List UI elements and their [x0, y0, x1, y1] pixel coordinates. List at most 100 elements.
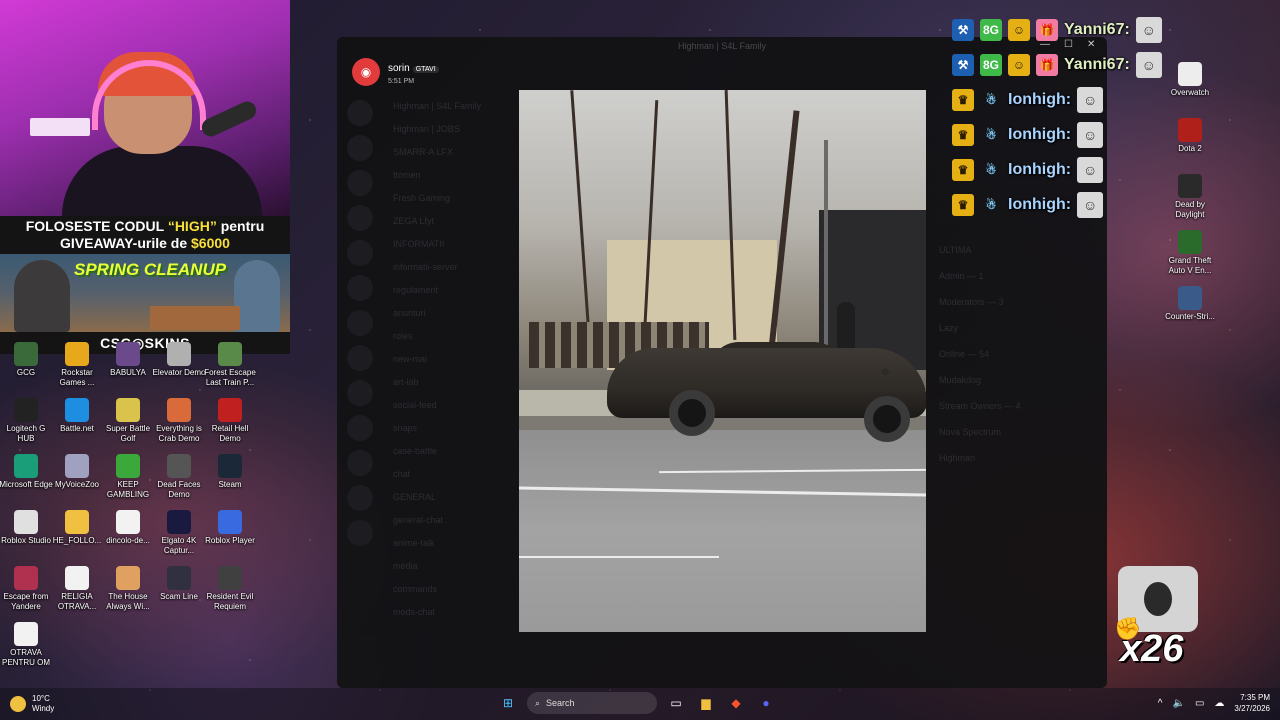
shelf [30, 118, 90, 136]
desktop-icon[interactable]: Everything is Crab Demo [152, 398, 206, 444]
channel-item[interactable]: Highman | S4L Family [383, 95, 523, 118]
desktop-icon[interactable]: Dota 2 [1163, 118, 1217, 154]
channel-item[interactable]: snaps [383, 417, 523, 440]
channel-item[interactable]: ttomen [383, 164, 523, 187]
app-icon [65, 454, 89, 478]
desktop-icon-label: Dead by Daylight [1175, 200, 1205, 219]
channel-item[interactable]: ZEGA Lfyt [383, 210, 523, 233]
desktop-icon[interactable]: KEEP GAMBLING [101, 454, 155, 500]
message-header: ◉ sorin GTAVI 5:51 PM [352, 58, 439, 86]
desktop-icon[interactable]: The House Always Wi... [101, 566, 155, 612]
member-item[interactable]: Mudakdog [939, 367, 1099, 393]
clock[interactable]: 7:35 PM 3/27/2026 [1234, 692, 1270, 714]
channel-item[interactable]: informatii-server [383, 256, 523, 279]
volume-icon[interactable]: 🔈 [1173, 698, 1185, 709]
channel-item[interactable]: Highman | JOBS [383, 118, 523, 141]
channel-item[interactable]: GENERAL [383, 486, 523, 509]
8G-badge: 8G [980, 18, 1002, 41]
channel-item[interactable]: anunturi [383, 302, 523, 325]
discord-icon[interactable]: ● [755, 692, 777, 714]
member-item[interactable]: Stream Owners — 4 [939, 393, 1099, 419]
member-item[interactable]: Admin — 1 [939, 263, 1099, 289]
desktop-icon-label: HE_FOLLO... [52, 536, 102, 545]
channel-item[interactable]: case-battle [383, 440, 523, 463]
channel-list[interactable]: Highman | S4L Family Highman | JOBS SMARR-… [383, 95, 523, 624]
desktop-icon[interactable]: GCG [0, 342, 53, 378]
weather-widget[interactable]: 10°C Windy [10, 694, 54, 714]
desktop-icon[interactable]: Elevator Demo [152, 342, 206, 378]
member-item[interactable]: Highman [939, 445, 1099, 471]
channel-item[interactable]: general-chat [383, 509, 523, 532]
desktop-icon[interactable]: Roblox Studio [0, 510, 53, 546]
discord-avatar-icon[interactable]: ◉ [352, 58, 380, 86]
channel-item[interactable]: media [383, 555, 523, 578]
start-icon[interactable]: ⊞ [497, 692, 519, 714]
task-view-icon[interactable]: ▭ [665, 692, 687, 714]
channel-item[interactable]: roles [383, 325, 523, 348]
desktop-icon[interactable]: OTRAVA PENTRU OM [0, 622, 53, 668]
channel-item[interactable]: INFORMATII [383, 233, 523, 256]
member-item[interactable]: Online — 54 [939, 341, 1099, 367]
crown-icon: ♛ [952, 193, 974, 216]
desktop-icon[interactable]: Battle.net [50, 398, 104, 434]
desktop-icon[interactable]: HE_FOLLO... [50, 510, 104, 546]
file-explorer-icon[interactable]: ▆ [695, 692, 717, 714]
channel-item[interactable]: commands [383, 578, 523, 601]
document-icon [14, 622, 38, 646]
chat-emote-icon: ☺ [1077, 121, 1104, 148]
member-item[interactable]: Lazy [939, 315, 1099, 341]
chat-username: Ionhigh: [1008, 90, 1072, 108]
chat-message: ♛ ☃ Ionhigh: ☺ [952, 117, 1162, 152]
gift-icon: 🎁 [1036, 53, 1058, 76]
desktop-icon[interactable]: Retail Hell Demo [203, 398, 257, 444]
server-rail[interactable] [337, 91, 383, 648]
desktop-icon[interactable]: MyVoiceZoo [50, 454, 104, 490]
member-item[interactable]: Moderators — 3 [939, 289, 1099, 315]
desktop-icon[interactable]: dincolo-de... [101, 510, 155, 546]
member-list[interactable]: ULTIMA Admin — 1 Moderators — 3 Lazy Online … [939, 237, 1099, 471]
desktop-icon[interactable]: Grand Theft Auto V En... [1163, 230, 1217, 276]
author-name[interactable]: sorin [388, 63, 410, 74]
channel-item[interactable]: art-lab [383, 371, 523, 394]
game-icon [218, 566, 242, 590]
desktop-icon[interactable]: Roblox Player [203, 510, 257, 546]
chat-message: ♛ ☃ Ionhigh: ☺ [952, 187, 1162, 222]
channel-item[interactable]: anime-talk [383, 532, 523, 555]
desktop-icon[interactable]: Super Battle Golf [101, 398, 155, 444]
channel-item[interactable]: SMARR-A LFX [383, 141, 523, 164]
channel-item[interactable]: social-feed [383, 394, 523, 417]
channel-item[interactable]: mods-chat [383, 601, 523, 624]
desktop-icon[interactable]: Steam [203, 454, 257, 490]
channel-item[interactable]: Fresh Gaming [383, 187, 523, 210]
chevron-up-icon[interactable]: ^ [1158, 698, 1163, 709]
brave-icon[interactable]: ◆ [725, 692, 747, 714]
desktop-icon[interactable]: Dead Faces Demo [152, 454, 206, 500]
member-item[interactable]: Nova Spectrum [939, 419, 1099, 445]
desktop-icon-label: Dota 2 [1178, 144, 1202, 153]
desktop-icon[interactable]: Escape from Yandere [0, 566, 53, 612]
channel-item[interactable]: regulament [383, 279, 523, 302]
channel-item[interactable]: new-mai [383, 348, 523, 371]
desktop-icon-label: Elgato 4K Captur... [161, 536, 197, 555]
desktop-icon[interactable]: Overwatch [1163, 62, 1217, 98]
desktop-icon[interactable]: Logitech G HUB [0, 398, 53, 444]
desktop-icon[interactable]: Rockstar Games ... [50, 342, 104, 388]
desktop-icon[interactable]: Resident Evil Requiem [203, 566, 257, 612]
network-icon[interactable]: ☁ [1214, 698, 1224, 709]
desktop-icon[interactable]: Microsoft Edge [0, 454, 53, 490]
desktop-icon[interactable]: Dead by Daylight [1163, 174, 1217, 220]
channel-item[interactable]: chat [383, 463, 523, 486]
desktop-icon[interactable]: RELIGIA OTRAVA... [50, 566, 104, 612]
crown-icon: ♛ [952, 158, 974, 181]
member-item[interactable]: ULTIMA [939, 237, 1099, 263]
desktop-icon[interactable]: Elgato 4K Captur... [152, 510, 206, 556]
desktop-icon[interactable]: Scam Line [152, 566, 206, 602]
taskbar-search[interactable]: ⌕ Search [527, 692, 657, 714]
image-preview[interactable]: ⊕ [519, 90, 926, 632]
display-icon[interactable]: ▭ [1195, 698, 1204, 709]
dota-icon [1178, 118, 1202, 142]
desktop-icon[interactable]: BABULYA [101, 342, 155, 378]
game-icon [167, 342, 191, 366]
desktop-icon[interactable]: Forest Escape Last Train P... [203, 342, 257, 388]
desktop-icon[interactable]: Counter-Stri... [1163, 286, 1217, 322]
